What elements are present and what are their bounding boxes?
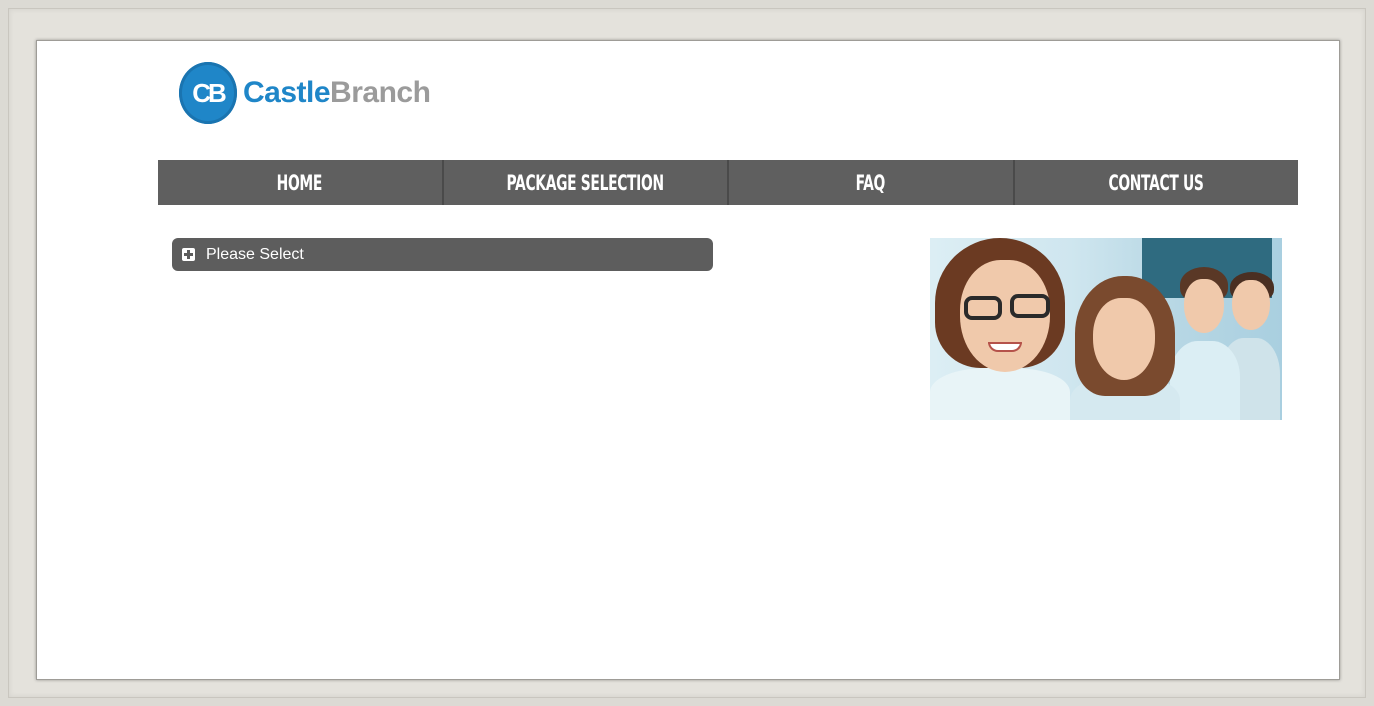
glasses-right-lens bbox=[1010, 294, 1050, 318]
nav-item-faq[interactable]: FAQ bbox=[727, 160, 1013, 205]
hero-photo bbox=[930, 238, 1282, 420]
page-container: CB CastleBranch HOME PACKAGE SELECTION F… bbox=[36, 40, 1340, 680]
nav-label-package-selection: PACKAGE SELECTION bbox=[506, 170, 665, 195]
smile bbox=[988, 342, 1022, 352]
logo-word-castle: Castle bbox=[243, 76, 331, 109]
logo-wordmark: CastleBranch bbox=[243, 76, 431, 110]
please-select-label: Please Select bbox=[206, 245, 304, 263]
person-1 bbox=[930, 238, 1070, 420]
castlebranch-logo[interactable]: CB CastleBranch bbox=[179, 61, 431, 125]
nav-item-home[interactable]: HOME bbox=[158, 160, 442, 205]
person-2 bbox=[1065, 276, 1185, 420]
nav-item-contact-us[interactable]: CONTACT US bbox=[1012, 160, 1299, 205]
main-nav: HOME PACKAGE SELECTION FAQ CONTACT US bbox=[158, 160, 1298, 205]
logo-mark-icon: CB bbox=[179, 62, 237, 124]
nav-label-faq: FAQ bbox=[856, 170, 886, 195]
please-select-accordion[interactable]: Please Select bbox=[172, 238, 713, 271]
nav-label-home: HOME bbox=[277, 170, 323, 195]
nav-item-package-selection[interactable]: PACKAGE SELECTION bbox=[441, 160, 728, 205]
nav-label-contact-us: CONTACT US bbox=[1108, 170, 1204, 195]
glasses-left-lens bbox=[964, 296, 1002, 320]
plus-box-icon bbox=[182, 248, 195, 261]
logo-word-branch: Branch bbox=[330, 76, 431, 109]
